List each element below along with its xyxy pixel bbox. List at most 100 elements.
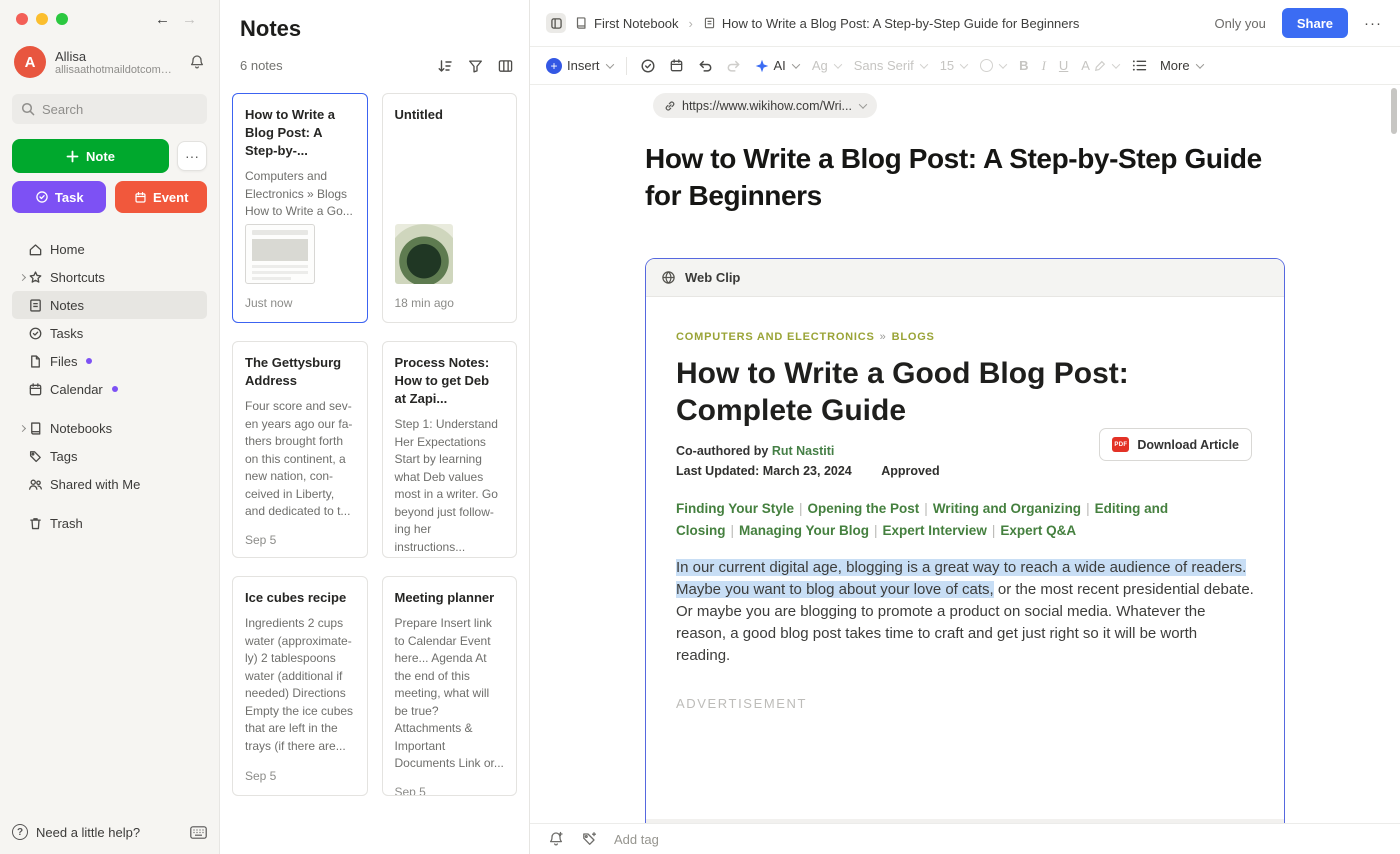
toc-separator: | — [924, 501, 928, 516]
sidebar-item-notebooks[interactable]: Notebooks — [12, 414, 207, 442]
download-article-label: Download Article — [1137, 437, 1239, 452]
panel-toggle-icon[interactable] — [546, 13, 566, 33]
note-doc-icon — [703, 16, 716, 30]
toc-link[interactable]: Managing Your Blog — [739, 523, 869, 538]
note-thumbnail — [394, 224, 453, 284]
sidebar-item-tasks[interactable]: Tasks — [12, 319, 207, 347]
webclip-article-title: How to Write a Good Blog Post: Complete … — [676, 357, 1129, 427]
sidebar-item-home[interactable]: Home — [12, 235, 207, 263]
font-size-select[interactable]: 15 — [939, 58, 969, 73]
toc-link[interactable]: Finding Your Style — [676, 501, 794, 516]
note-card-process-notes[interactable]: Process Notes: How to get Deb at Zapi...… — [381, 341, 517, 558]
note-card-title: The Gettysburg Address — [245, 355, 342, 388]
note-more-options-icon[interactable]: ··· — [1364, 15, 1382, 32]
help-label[interactable]: Need a little help? — [36, 825, 140, 840]
web-clip-header[interactable]: Web Clip — [646, 259, 1284, 297]
sidebar-item-shortcuts[interactable]: Shortcuts — [12, 263, 207, 291]
new-task-label: Task — [54, 189, 84, 205]
redo-icon[interactable] — [726, 58, 742, 74]
highlight-button[interactable]: A — [1081, 58, 1121, 73]
zoom-window-button[interactable] — [56, 13, 68, 25]
notifications-bell-icon[interactable] — [189, 54, 205, 70]
category-link[interactable]: COMPUTERS AND ELECTRONICS — [676, 331, 875, 343]
scrollbar-thumb[interactable] — [1391, 88, 1397, 134]
search-box[interactable] — [12, 94, 207, 124]
new-event-button[interactable]: Event — [115, 181, 207, 213]
insert-button[interactable]: + Insert — [546, 57, 614, 74]
view-options-icon[interactable] — [498, 59, 513, 73]
italic-button[interactable]: I — [1042, 58, 1046, 74]
note-body[interactable]: https://www.wikihow.com/Wri... How to Wr… — [530, 85, 1400, 854]
webclip-intro-paragraph[interactable]: In our current digital age, blogging is … — [676, 557, 1254, 667]
sidebar-item-notes[interactable]: Notes — [12, 291, 207, 319]
files-notification-dot — [86, 358, 93, 364]
coauthor-link[interactable]: Rut Nastiti — [772, 444, 835, 458]
download-article-button[interactable]: PDF Download Article — [1099, 428, 1252, 461]
sidebar-item-label: Notebooks — [50, 420, 113, 436]
chevron-right-icon — [18, 424, 26, 432]
web-clip-label: Web Clip — [685, 270, 741, 285]
search-input[interactable] — [42, 101, 198, 117]
window-controls: ← → — [12, 2, 207, 36]
text-style-button[interactable]: Ag — [812, 58, 842, 73]
font-family-select[interactable]: Sans Serif — [854, 58, 928, 73]
source-link-pill[interactable]: https://www.wikihow.com/Wri... — [653, 93, 877, 118]
add-tag-field[interactable]: Add tag — [614, 832, 659, 847]
color-swatch-icon — [980, 59, 994, 72]
text-color-button[interactable] — [980, 59, 1008, 72]
sort-icon[interactable] — [437, 59, 453, 73]
calendar-event-icon[interactable] — [669, 58, 684, 73]
bold-button[interactable]: B — [1019, 58, 1028, 73]
task-checkbox-icon[interactable] — [640, 58, 656, 74]
note-card-ice-cubes[interactable]: Ice cubes recipe Ingredients 2 cups wate… — [232, 576, 368, 796]
breadcrumb-notebook[interactable]: First Notebook — [574, 16, 679, 31]
tasks-icon — [28, 326, 50, 341]
ai-button[interactable]: AI — [755, 58, 801, 73]
note-card-untitled[interactable]: Untitled 18 min ago — [381, 93, 517, 323]
sidebar-item-files[interactable]: Files — [12, 347, 207, 375]
account-switcher[interactable]: A Allisa allisaathotmaildotcom@g... — [12, 46, 207, 78]
note-header: First Notebook › How to Write a Blog Pos… — [530, 0, 1400, 47]
more-button[interactable]: More — [1160, 58, 1204, 73]
back-arrow-icon[interactable]: ← — [155, 11, 170, 28]
note-options-button[interactable]: ··· — [177, 141, 207, 171]
underline-button[interactable]: U — [1059, 58, 1068, 73]
tag-add-icon[interactable] — [581, 831, 597, 847]
toc-link[interactable]: Expert Interview — [883, 523, 987, 538]
reminder-add-icon[interactable] — [548, 831, 564, 847]
keyboard-shortcuts-icon[interactable] — [190, 825, 207, 839]
sidebar-item-shared-with-me[interactable]: Shared with Me — [12, 470, 207, 498]
sidebar-item-tags[interactable]: Tags — [12, 442, 207, 470]
minimize-window-button[interactable] — [36, 13, 48, 25]
bullet-list-button[interactable] — [1132, 59, 1147, 72]
note-card-meeting-planner[interactable]: Meeting planner Prepare Insert link to C… — [381, 576, 517, 796]
toc-link[interactable]: Writing and Organizing — [933, 501, 1081, 516]
new-note-button[interactable]: Note — [12, 139, 169, 173]
note-title[interactable]: How to Write a Blog Post: A Step-by-Step… — [645, 140, 1270, 214]
note-card-gettysburg[interactable]: The Gettysburg Address Four score and se… — [232, 341, 368, 558]
new-task-button[interactable]: Task — [12, 181, 107, 213]
note-card-title: Process Notes: How to get Deb at Zapi... — [394, 355, 490, 406]
note-card-blog-post[interactable]: How to Write a Blog Post: A Step-by-... … — [232, 93, 368, 323]
close-window-button[interactable] — [16, 13, 28, 25]
toc-link[interactable]: Expert Q&A — [1000, 523, 1076, 538]
pen-icon — [1094, 60, 1106, 71]
forward-arrow-icon[interactable]: → — [182, 11, 197, 28]
breadcrumb-note[interactable]: How to Write a Blog Post: A Step-by-Step… — [703, 16, 1079, 31]
undo-icon[interactable] — [697, 58, 713, 74]
font-size-value: 15 — [939, 58, 955, 73]
sharing-status[interactable]: Only you — [1215, 16, 1266, 31]
link-icon — [665, 100, 675, 111]
toc-link[interactable]: Opening the Post — [808, 501, 920, 516]
toc-separator: | — [730, 523, 735, 538]
note-footer: Add tag — [530, 823, 1400, 854]
subcategory-link[interactable]: BLOGS — [892, 331, 935, 343]
app-window: ← → A Allisa allisaathotmaildotcom@g... — [0, 0, 1400, 854]
help-icon[interactable]: ? — [12, 824, 28, 840]
sidebar-item-trash[interactable]: Trash — [12, 509, 207, 537]
user-email: allisaathotmaildotcom@g... — [55, 63, 173, 76]
sidebar-item-calendar[interactable]: Calendar — [12, 375, 207, 403]
share-button[interactable]: Share — [1281, 8, 1348, 38]
filter-icon[interactable] — [468, 59, 483, 73]
avatar: A — [14, 46, 46, 78]
